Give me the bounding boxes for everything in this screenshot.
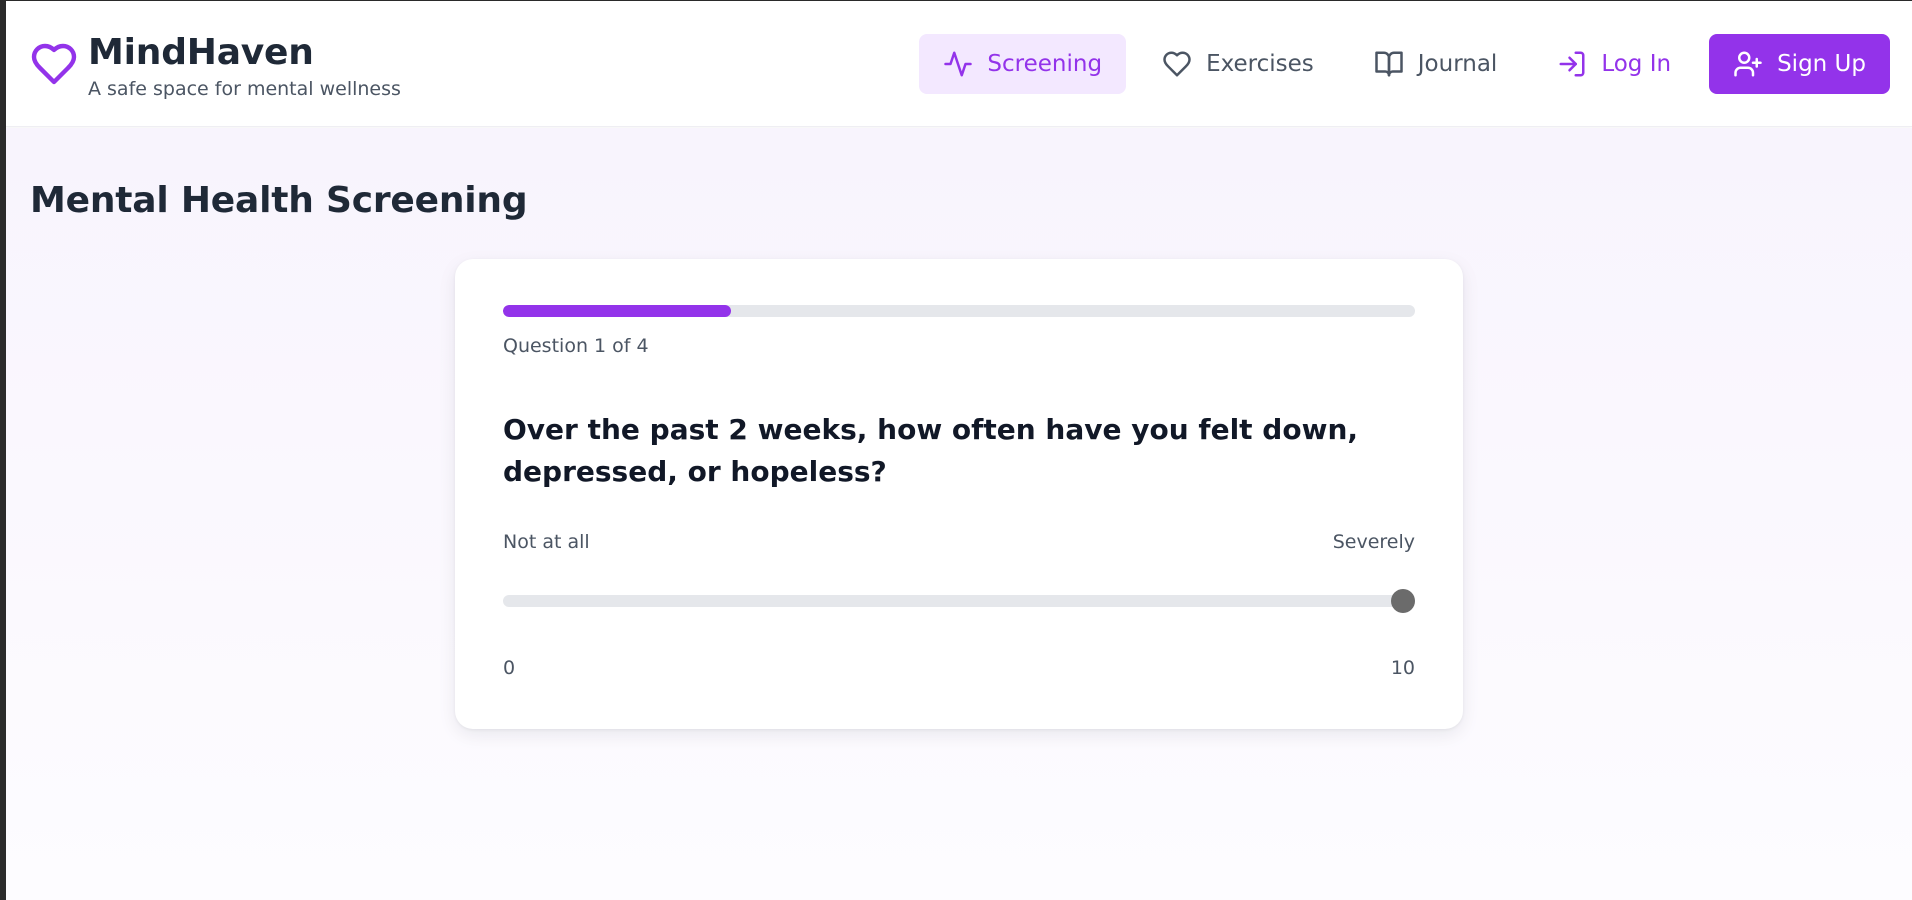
severity-slider-track[interactable]: [503, 595, 1415, 607]
app: MindHaven A safe space for mental wellne…: [6, 1, 1912, 900]
signup-label: Sign Up: [1777, 51, 1866, 77]
nav-item-label: Journal: [1417, 51, 1498, 77]
scale-min-value: 0: [503, 657, 516, 679]
progress-bar-fill: [503, 305, 731, 317]
heart-icon: [1163, 51, 1191, 77]
page-title: Mental Health Screening: [30, 180, 528, 221]
main-nav: Screening Exercises Journal Log In Sign …: [907, 34, 1890, 94]
activity-icon: [944, 51, 973, 77]
nav-item-label: Screening: [987, 51, 1103, 77]
severity-slider-thumb[interactable]: [1391, 589, 1415, 613]
signup-button[interactable]: Sign Up: [1709, 34, 1890, 94]
progress-bar: [503, 305, 1415, 317]
nav-item-label: Exercises: [1206, 51, 1314, 77]
brand-title: MindHaven: [88, 32, 314, 73]
question-text: Over the past 2 weeks, how often have yo…: [503, 413, 1359, 488]
nav-item-screening[interactable]: Screening: [919, 34, 1127, 94]
heart-icon: [31, 43, 77, 85]
scale-label-right: Severely: [1332, 531, 1415, 553]
nav-item-journal[interactable]: Journal: [1350, 34, 1522, 94]
top-header: MindHaven A safe space for mental wellne…: [6, 1, 1912, 127]
screening-card: Question 1 of 4 Over the past 2 weeks, h…: [455, 259, 1463, 729]
login-button[interactable]: Log In: [1533, 34, 1695, 94]
brand-subtitle: A safe space for mental wellness: [88, 78, 401, 100]
user-plus-icon: [1734, 51, 1762, 77]
login-label: Log In: [1601, 51, 1672, 77]
scale-max-value: 10: [1390, 657, 1415, 679]
brand-text: MindHaven A safe space for mental wellne…: [88, 31, 401, 102]
brand[interactable]: MindHaven A safe space for mental wellne…: [30, 31, 401, 102]
progress-text: Question 1 of 4: [503, 335, 649, 357]
log-in-icon: [1559, 51, 1585, 77]
scale-label-left: Not at all: [503, 531, 590, 553]
main-content: Mental Health Screening Question 1 of 4 …: [6, 128, 1912, 900]
nav-item-exercises[interactable]: Exercises: [1138, 34, 1338, 94]
book-open-icon: [1375, 51, 1403, 77]
